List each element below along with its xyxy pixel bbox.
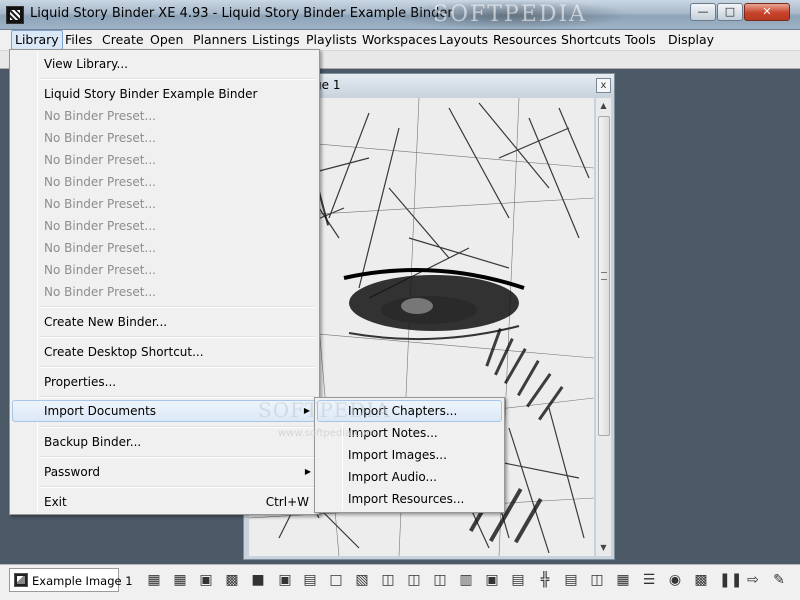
menu-resources[interactable]: Resources <box>490 30 560 50</box>
menu-item-binder-preset: No Binder Preset... <box>44 241 156 255</box>
menu-item-binder-preset: No Binder Preset... <box>44 285 156 299</box>
menu-separator <box>40 486 315 488</box>
menu-create[interactable]: Create <box>99 30 147 50</box>
menu-listings[interactable]: Listings <box>249 30 303 50</box>
menu-item-binder-preset: No Binder Preset... <box>44 131 156 145</box>
import-icon[interactable]: ⇨ <box>745 572 761 588</box>
menu-item-binder-preset: No Binder Preset... <box>44 153 156 167</box>
submenu-item-import-audio[interactable]: Import Audio... <box>317 466 502 488</box>
menu-library[interactable]: Library <box>11 30 63 50</box>
menu-workspaces[interactable]: Workspaces <box>359 30 440 50</box>
menu-item-binder-preset: No Binder Preset... <box>44 109 156 123</box>
menu-item-password[interactable]: Password ▶ <box>12 461 317 483</box>
edit-pen-icon[interactable]: ✎ <box>771 572 787 588</box>
book-icon[interactable]: ◫ <box>380 572 396 588</box>
menu-separator <box>40 306 315 308</box>
softpedia-url-watermark: www.softpedia.com <box>278 428 376 439</box>
submenu-item-import-resources[interactable]: Import Resources... <box>317 488 502 510</box>
document-tab-label: Example Image 1 <box>32 574 133 588</box>
title-watermark: SOFTPEDIA <box>390 0 630 30</box>
menu-files[interactable]: Files <box>62 30 95 50</box>
menu-item-example-binder[interactable]: Liquid Story Binder Example Binder <box>12 83 317 105</box>
tiles-icon[interactable]: ▦ <box>615 572 631 588</box>
scroll-up-icon[interactable]: ▲ <box>596 98 611 113</box>
menu-item-properties[interactable]: Properties... <box>12 371 317 393</box>
menu-planners[interactable]: Planners <box>190 30 250 50</box>
title-bar: Liquid Story Binder XE 4.93 - Liquid Sto… <box>0 0 800 30</box>
close-icon[interactable]: x <box>596 78 611 93</box>
dotted-grid-icon[interactable]: ▥ <box>458 572 474 588</box>
menu-item-binder-preset: No Binder Preset... <box>44 197 156 211</box>
app-logo-icon[interactable] <box>6 6 24 24</box>
menu-item-create-new-binder[interactable]: Create New Binder... <box>12 311 317 333</box>
image-icon <box>14 573 28 587</box>
table-icon[interactable]: ▧ <box>354 572 370 588</box>
book-icon[interactable]: ◫ <box>432 572 448 588</box>
bottom-toolbar: Example Image 1 ▦ ▦ ▣ ▩ ■ ▣ ▤ □ ▧ ◫ ◫ ◫ … <box>0 564 800 600</box>
pause-icon[interactable]: ❚❚ <box>719 572 742 588</box>
softpedia-watermark: SOFTPEDIA <box>258 398 391 422</box>
menu-item-exit[interactable]: Exit Ctrl+W <box>12 491 317 513</box>
shortcut-label: Ctrl+W <box>265 495 309 509</box>
menu-item-create-desktop-shortcut[interactable]: Create Desktop Shortcut... <box>12 341 317 363</box>
menu-item-backup-binder[interactable]: Backup Binder... <box>12 431 317 453</box>
menu-item-label: Password <box>44 465 101 479</box>
menu-separator <box>40 78 315 80</box>
menu-bar: Library Files Create Open Planners Listi… <box>0 30 800 51</box>
menu-item-binder-preset: No Binder Preset... <box>44 263 156 277</box>
menu-item-binder-preset: No Binder Preset... <box>44 219 156 233</box>
columns-icon[interactable]: ◫ <box>589 572 605 588</box>
submenu-arrow-icon: ▶ <box>304 467 311 476</box>
menu-item-binder-preset: No Binder Preset... <box>44 175 156 189</box>
grid-icon[interactable]: ▦ <box>172 572 188 588</box>
library-menu: View Library... Liquid Story Binder Exam… <box>9 49 320 515</box>
menu-separator <box>40 366 315 368</box>
checklist-icon[interactable]: ▤ <box>563 572 579 588</box>
menu-separator <box>40 426 315 428</box>
blank-page-icon[interactable]: □ <box>328 572 344 588</box>
menu-shortcuts[interactable]: Shortcuts <box>558 30 624 50</box>
grip-icon <box>601 272 607 280</box>
menu-display[interactable]: Display <box>665 30 717 50</box>
menu-separator <box>40 456 315 458</box>
menu-item-view-library[interactable]: View Library... <box>12 53 317 75</box>
timeline-icon[interactable]: ╬ <box>537 572 553 588</box>
3d-box-icon[interactable]: ▦ <box>146 572 162 588</box>
list-lines-icon[interactable]: ☰ <box>641 572 657 588</box>
menu-open[interactable]: Open <box>147 30 186 50</box>
menu-tools[interactable]: Tools <box>622 30 659 50</box>
image-scrollbar[interactable]: ▲ ▼ <box>595 98 611 556</box>
storyboard-icon[interactable]: ▤ <box>510 572 526 588</box>
save-disk-icon[interactable]: ▩ <box>224 572 240 588</box>
menu-layouts[interactable]: Layouts <box>436 30 491 50</box>
audio-icon[interactable]: ◉ <box>667 572 683 588</box>
open-book-icon[interactable]: ◫ <box>406 572 422 588</box>
menu-playlists[interactable]: Playlists <box>303 30 360 50</box>
menu-item-label: Import Documents <box>44 404 157 418</box>
cube-icon[interactable]: ▣ <box>198 572 214 588</box>
submenu-item-import-images[interactable]: Import Images... <box>317 444 502 466</box>
scroll-thumb[interactable] <box>598 116 610 436</box>
menu-separator <box>40 336 315 338</box>
close-icon[interactable]: ✕ <box>744 3 790 21</box>
document-icon[interactable]: ▤ <box>302 572 318 588</box>
minimize-icon[interactable]: — <box>690 3 716 21</box>
scroll-down-icon[interactable]: ▼ <box>596 540 611 555</box>
square-icon[interactable]: ■ <box>250 572 266 588</box>
document-tab[interactable]: Example Image 1 <box>9 568 133 592</box>
maximize-icon[interactable]: □ <box>717 3 743 21</box>
menu-item-label: Exit <box>44 495 67 509</box>
crop-icon[interactable]: ▣ <box>277 572 293 588</box>
picture-icon[interactable]: ▣ <box>484 572 500 588</box>
film-icon[interactable]: ▩ <box>693 572 709 588</box>
